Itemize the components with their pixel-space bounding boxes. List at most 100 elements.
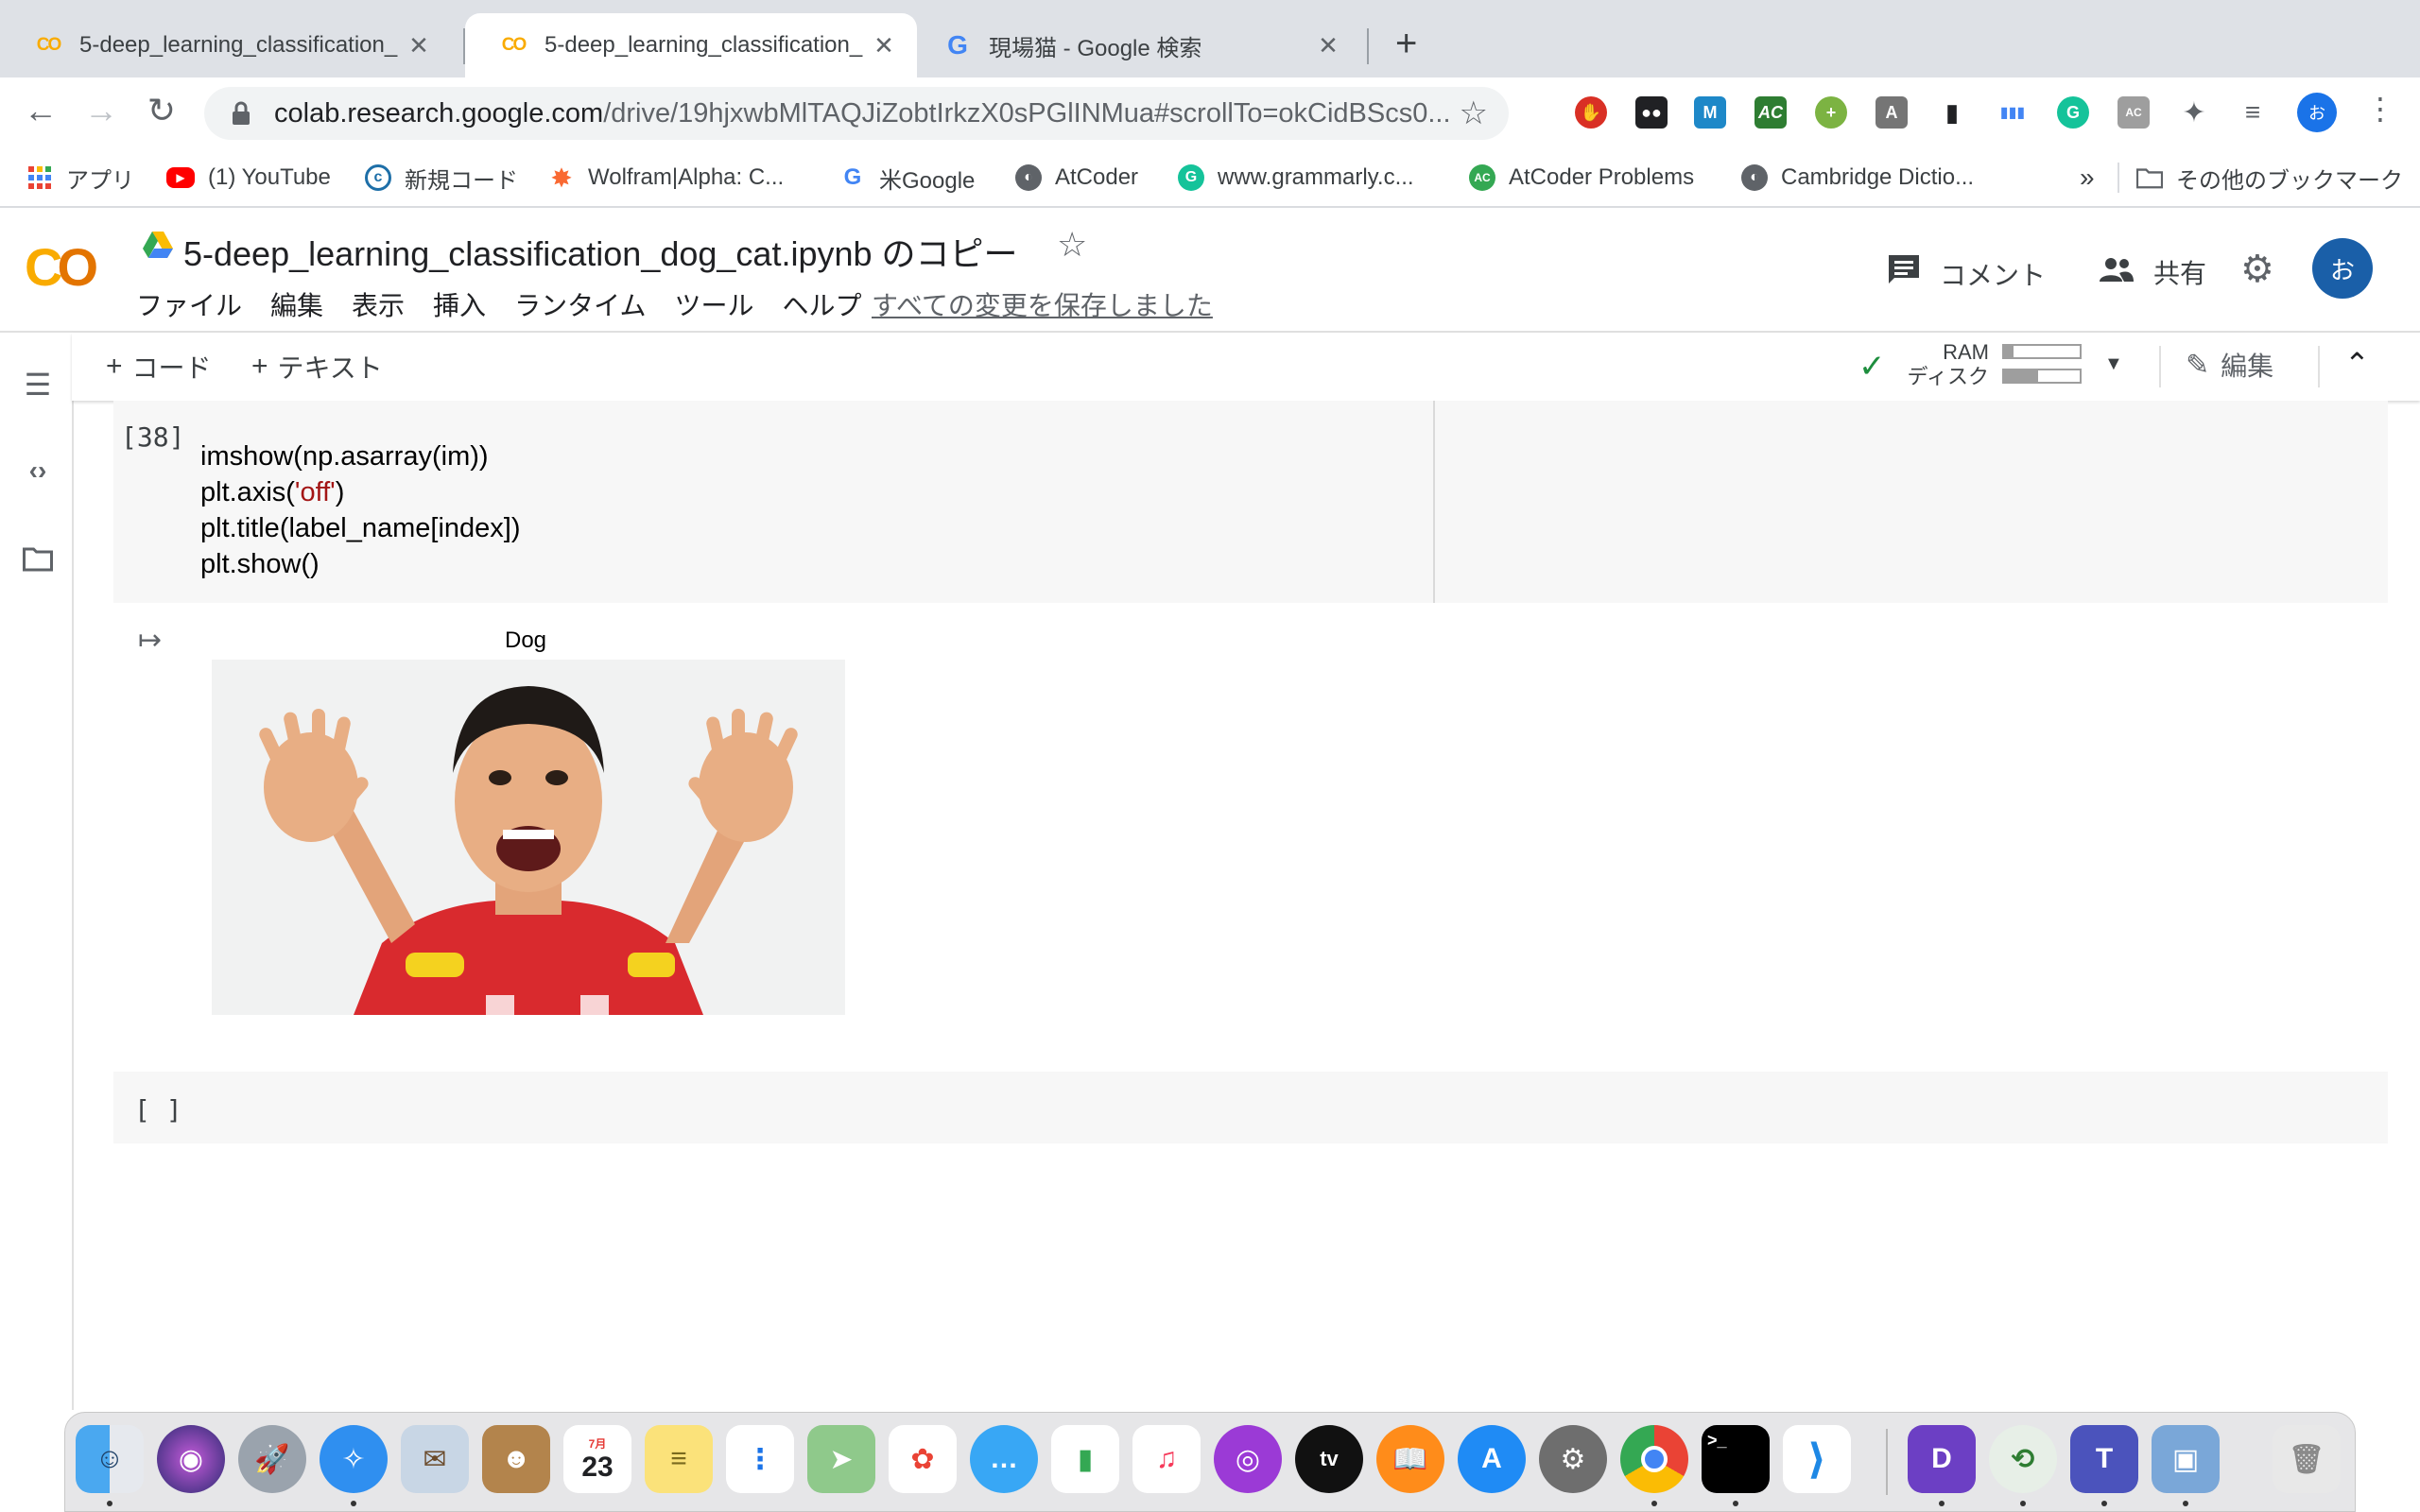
connected-check-icon[interactable]: ✓	[1858, 348, 1886, 386]
close-tab-icon[interactable]: ✕	[405, 31, 433, 60]
menu-runtime[interactable]: ランタイム	[514, 285, 646, 323]
dots-extension-icon[interactable]: ▮▮▮	[1996, 96, 2029, 129]
comment-label: コメント	[1940, 260, 2047, 290]
acwa-extension-icon[interactable]: AC	[2118, 96, 2150, 129]
browser-tab-2-active[interactable]: CO 5-deep_learning_classification_ ✕	[465, 13, 917, 77]
grammarly-extension-icon[interactable]: G	[2057, 96, 2089, 129]
plus-extension-icon[interactable]: +	[1815, 96, 1847, 129]
new-tab-button[interactable]: +	[1395, 23, 1417, 65]
resource-labels[interactable]: RAM ディスク	[1891, 340, 1989, 389]
notebook-title[interactable]: 5-deep_learning_classification_dog_cat.i…	[183, 227, 1018, 276]
code-editor[interactable]: imshow(np.asarray(im)) plt.axis('off') p…	[200, 438, 521, 582]
photos-app-icon[interactable]: ✿	[889, 1425, 957, 1493]
files-folder-icon[interactable]	[17, 544, 59, 579]
output-actions-icon[interactable]: ↦	[138, 624, 162, 657]
execution-count[interactable]: [38]	[121, 421, 184, 453]
colab-logo[interactable]: CO	[25, 236, 98, 298]
calendar-app-icon[interactable]: 7月 23	[563, 1425, 631, 1493]
mail-app-icon[interactable]: ✉	[401, 1425, 469, 1493]
collapse-header-chevron-icon[interactable]: ⌃	[2344, 346, 2370, 382]
code-snippets-icon[interactable]: ‹›	[17, 455, 59, 486]
menu-tools[interactable]: ツール	[675, 285, 754, 323]
bookmark-atcoder-problems[interactable]: AC AtCoder Problems	[1469, 161, 1694, 195]
edit-mode-button[interactable]: ✎ 編集	[2186, 346, 2273, 384]
bookmark-grammarly[interactable]: G www.grammarly.c...	[1178, 161, 1414, 195]
finder-app-icon[interactable]: ☺	[76, 1425, 144, 1493]
close-tab-icon[interactable]: ✕	[870, 31, 898, 60]
podcasts-app-icon[interactable]: ◎	[1214, 1425, 1282, 1493]
other-bookmarks-folder[interactable]: その他のブックマーク	[2136, 161, 2403, 195]
browser-menu-icon[interactable]: ⋮	[2365, 91, 2395, 127]
media-queue-icon[interactable]: ≡	[2237, 96, 2269, 129]
app-store-icon[interactable]: A	[1458, 1425, 1526, 1493]
bookmark-google[interactable]: G 米Google	[839, 161, 975, 195]
maps-app-icon[interactable]: ➤	[807, 1425, 875, 1493]
numbers-app-icon[interactable]: ▮	[1051, 1425, 1119, 1493]
bookmark-atcoder[interactable]: ◐ AtCoder	[1015, 161, 1138, 195]
m-extension-icon[interactable]: M	[1694, 96, 1726, 129]
bookmark-new-code[interactable]: c 新規コード	[365, 161, 518, 195]
close-tab-icon[interactable]: ✕	[1314, 31, 1342, 60]
bookmarks-overflow-button[interactable]: »	[2080, 161, 2095, 195]
bookmark-cambridge[interactable]: ◐ Cambridge Dictio...	[1741, 161, 1974, 195]
a-extension-icon[interactable]: A	[1876, 96, 1908, 129]
contacts-app-icon[interactable]: ☻	[482, 1425, 550, 1493]
address-bar[interactable]: colab.research.google.com/drive/19hjxwbM…	[204, 87, 1509, 140]
network-app-icon[interactable]: ⟲	[1989, 1425, 2057, 1493]
safari-app-icon[interactable]: ✧	[320, 1425, 388, 1493]
apple-tv-app-icon[interactable]: tv	[1295, 1425, 1363, 1493]
add-code-cell-button[interactable]: + コード	[106, 348, 212, 386]
system-preferences-icon[interactable]: ⚙	[1539, 1425, 1607, 1493]
settings-gear-icon[interactable]: ⚙	[2240, 248, 2274, 291]
empty-code-cell[interactable]	[113, 1072, 2388, 1143]
adblock-extension-icon[interactable]: ✋	[1575, 96, 1607, 129]
siri-app-icon[interactable]: ◉	[157, 1425, 225, 1493]
music-app-icon[interactable]: ♫	[1132, 1425, 1201, 1493]
comment-button[interactable]: コメント	[1887, 253, 2046, 294]
profile-avatar[interactable]: お	[2297, 93, 2337, 132]
share-button[interactable]: 共有	[2099, 253, 2206, 291]
table-of-contents-icon[interactable]: ☰	[17, 367, 59, 403]
atcoder-extension-icon[interactable]: AC	[1754, 96, 1787, 129]
add-text-cell-button[interactable]: + テキスト	[251, 348, 383, 386]
teams-app-icon[interactable]: T	[2070, 1425, 2138, 1493]
browser-tab-1[interactable]: CO 5-deep_learning_classification_ ✕	[0, 13, 452, 77]
vscode-app-icon[interactable]: ⟩	[1783, 1425, 1851, 1493]
books-app-icon[interactable]: 📖	[1376, 1425, 1444, 1493]
dictionary-app-icon[interactable]: D	[1908, 1425, 1976, 1493]
ram-meter[interactable]	[2002, 344, 2082, 359]
bookmark-apps[interactable]: アプリ	[26, 161, 134, 195]
menu-insert[interactable]: 挿入	[433, 285, 486, 323]
star-notebook-icon[interactable]: ☆	[1057, 225, 1087, 265]
preview-app-icon[interactable]: ▣	[2152, 1425, 2220, 1493]
menu-view[interactable]: 表示	[352, 285, 405, 323]
launchpad-app-icon[interactable]: 🚀	[238, 1425, 306, 1493]
reload-icon[interactable]: ↻	[138, 91, 185, 130]
messages-app-icon[interactable]: …	[970, 1425, 1038, 1493]
lock-icon[interactable]	[231, 101, 251, 126]
bookmark-youtube[interactable]: ▶ (1) YouTube	[166, 161, 331, 195]
menu-file[interactable]: ファイル	[136, 285, 242, 323]
resource-dropdown-icon[interactable]: ▼	[2104, 353, 2123, 375]
terminal-app-icon[interactable]: >_	[1702, 1425, 1770, 1493]
disk-meter[interactable]	[2002, 369, 2082, 384]
menu-edit[interactable]: 編集	[270, 285, 323, 323]
notes-app-icon[interactable]: ≡	[645, 1425, 713, 1493]
bookmark-wolfram[interactable]: ✸ Wolfram|Alpha: C...	[548, 161, 784, 195]
trash-icon[interactable]: 🗑	[2273, 1425, 2341, 1493]
back-arrow-icon[interactable]: ←	[17, 91, 64, 130]
extensions-puzzle-icon[interactable]: ✦	[2178, 96, 2210, 129]
forward-arrow-icon[interactable]: →	[78, 91, 125, 130]
chrome-app-icon[interactable]	[1620, 1425, 1688, 1493]
reminders-app-icon[interactable]: ⋮	[726, 1425, 794, 1493]
user-avatar[interactable]: お	[2312, 238, 2373, 299]
empty-cell-run-indicator[interactable]: [ ]	[134, 1094, 182, 1125]
google-drive-icon[interactable]	[142, 231, 174, 259]
menu-help[interactable]: ヘルプ	[783, 285, 862, 323]
running-indicator	[107, 1501, 112, 1506]
save-status-link[interactable]: すべての変更を保存しました	[872, 285, 1213, 323]
browser-tab-3[interactable]: G 現場猫 - Google 検索 ✕	[909, 13, 1361, 77]
spy-extension-icon[interactable]: ●●	[1635, 96, 1668, 129]
bookmark-star-icon[interactable]: ☆	[1460, 94, 1488, 132]
bookmark-extension-icon[interactable]: ▮	[1936, 96, 1968, 129]
